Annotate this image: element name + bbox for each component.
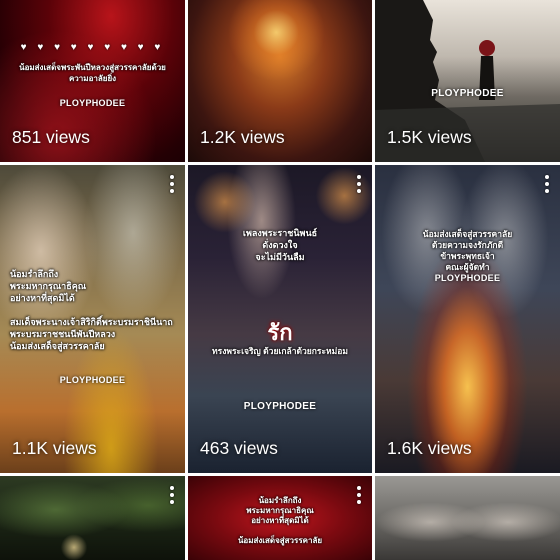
video-tile-6[interactable]: น้อมส่งเสด็จสู่สวรรคาลัย ด้วยความจงรักภั… <box>375 165 560 473</box>
brand-watermark: PLOYPHODEE <box>59 375 126 385</box>
video-tile-1[interactable]: ♥ ♥ ♥ ♥ ♥ ♥ ♥ ♥ ♥ น้อมส่งเสด็จพระพันปีหล… <box>0 0 185 162</box>
video-caption: น้อมรำลึกถึง พระมหากรุณาธิคุณ อย่างหาที่… <box>10 269 173 351</box>
portrait-overlay <box>375 476 560 560</box>
view-count: 1.6K views <box>387 438 472 458</box>
tree-foliage <box>0 476 185 560</box>
more-options-button[interactable] <box>356 175 362 197</box>
video-caption: น้อมรำลึกถึง พระมหากรุณาธิคุณ อย่างหาที่… <box>237 496 323 545</box>
video-tile-8[interactable]: น้อมรำลึกถึง พระมหากรุณาธิคุณ อย่างหาที่… <box>188 476 372 560</box>
video-tile-9[interactable] <box>375 476 560 560</box>
view-count: 851 views <box>12 127 90 147</box>
video-caption-secondary: ทรงพระเจริญ ด้วยเกล้าด้วยกระหม่อม <box>212 346 348 356</box>
video-grid: ♥ ♥ ♥ ♥ ♥ ♥ ♥ ♥ ♥ น้อมส่งเสด็จพระพันปีหล… <box>0 0 560 560</box>
video-tile-7[interactable] <box>0 476 185 560</box>
video-caption: เพลงพระราชนิพนธ์ ดั่งดวงใจ จะไม่มีวันลืม <box>242 228 318 262</box>
view-count: 1.1K views <box>12 438 97 458</box>
video-tile-5[interactable]: เพลงพระราชนิพนธ์ ดั่งดวงใจ จะไม่มีวันลืม… <box>188 165 372 473</box>
brand-watermark: PLOYPHODEE <box>434 273 501 283</box>
brand-watermark: PLOYPHODEE <box>431 88 504 99</box>
video-tile-2[interactable]: 1.2K views <box>188 0 372 162</box>
view-count: 1.2K views <box>200 127 285 147</box>
more-options-button[interactable] <box>169 175 175 197</box>
video-tile-3[interactable]: PLOYPHODEE 1.5K views <box>375 0 560 162</box>
more-options-button[interactable] <box>544 175 550 197</box>
hearts-row: ♥ ♥ ♥ ♥ ♥ ♥ ♥ ♥ ♥ <box>20 42 165 53</box>
video-tile-4[interactable]: น้อมรำลึกถึง พระมหากรุณาธิคุณ อย่างหาที่… <box>0 165 185 473</box>
view-count: 463 views <box>200 438 278 458</box>
video-caption: น้อมส่งเสด็จสู่สวรรคาลัย ด้วยความจงรักภั… <box>422 229 513 272</box>
brand-watermark: PLOYPHODEE <box>59 98 126 108</box>
view-count: 1.5K views <box>387 127 472 147</box>
video-caption: น้อมส่งเสด็จพระพันปีหลวงสู่สวรรคาลัยด้วย… <box>19 63 166 83</box>
flame-hands-glow <box>375 165 560 473</box>
more-options-button[interactable] <box>169 486 175 508</box>
brand-watermark: PLOYPHODEE <box>243 401 317 412</box>
